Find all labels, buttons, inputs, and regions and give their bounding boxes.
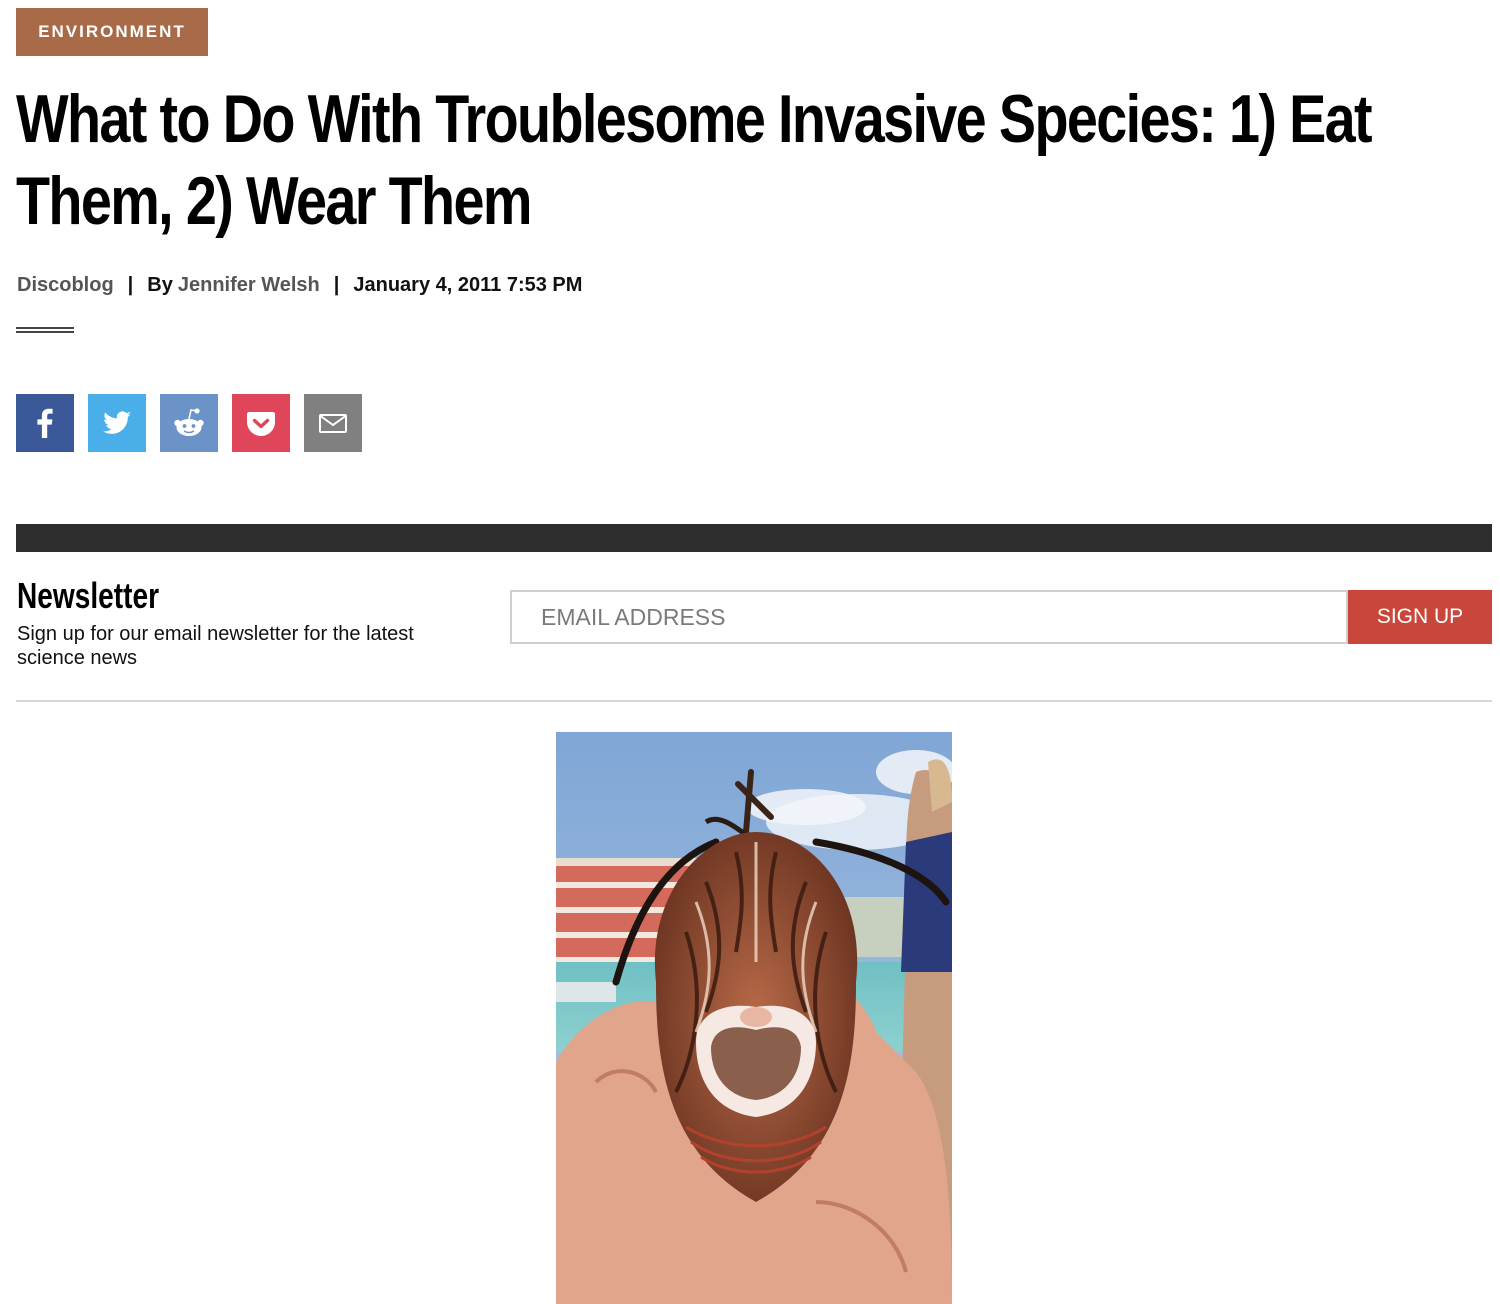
facebook-icon xyxy=(37,408,53,438)
byline-by-prefix: By xyxy=(147,273,173,296)
twitter-icon xyxy=(103,411,131,434)
byline-separator: | xyxy=(333,273,340,296)
sign-up-button[interactable]: SIGN UP xyxy=(1348,590,1492,644)
envelope-icon xyxy=(319,414,347,433)
share-twitter-button[interactable] xyxy=(88,394,146,452)
blog-link[interactable]: Discoblog xyxy=(17,274,114,297)
reddit-icon xyxy=(174,408,204,436)
author-link[interactable]: Jennifer Welsh xyxy=(178,274,320,297)
title-divider xyxy=(16,327,74,333)
share-email-button[interactable] xyxy=(304,394,362,452)
share-facebook-button[interactable] xyxy=(16,394,74,452)
share-buttons xyxy=(16,394,362,452)
share-reddit-button[interactable] xyxy=(160,394,218,452)
article-headline: What to Do With Troublesome Invasive Spe… xyxy=(16,81,1373,239)
hero-photo xyxy=(556,732,952,1304)
byline-separator: | xyxy=(127,273,134,296)
byline: Discoblog | By Jennifer Welsh | January … xyxy=(17,270,582,300)
pocket-icon xyxy=(247,412,275,436)
email-input[interactable] xyxy=(510,590,1348,644)
newsletter-title: Newsletter xyxy=(17,575,160,616)
publish-date: January 4, 2011 7:53 PM xyxy=(353,273,583,296)
newsletter-divider xyxy=(16,700,1492,702)
category-tag[interactable]: ENVIRONMENT xyxy=(16,8,208,56)
section-divider-bar xyxy=(16,524,1492,552)
share-pocket-button[interactable] xyxy=(232,394,290,452)
newsletter-description: Sign up for our email newsletter for the… xyxy=(17,623,414,669)
